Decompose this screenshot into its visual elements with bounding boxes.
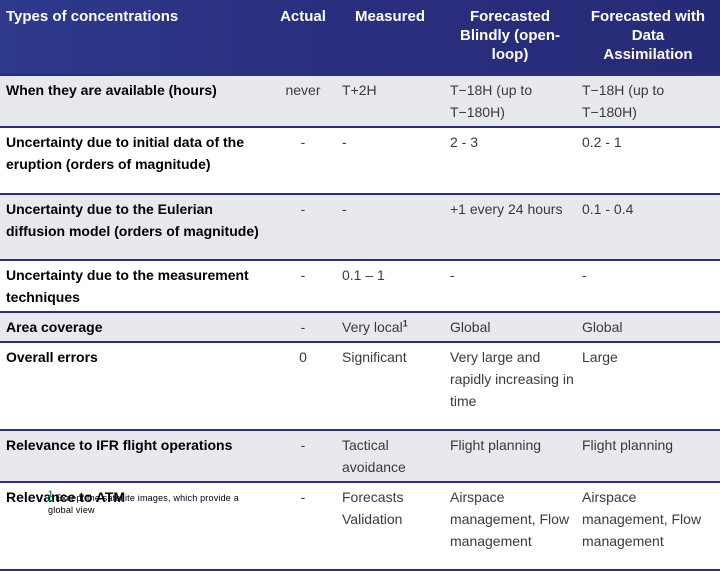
column-header-forecasted-blindly: Forecasted Blindly (open- loop) bbox=[444, 7, 576, 64]
table-row: Relevance to IFR flight operations - Tac… bbox=[0, 431, 720, 483]
cell-measured: - bbox=[342, 201, 347, 217]
cell-measured: Significant bbox=[342, 349, 407, 365]
cell-measured: T+2H bbox=[342, 82, 377, 98]
cell-measured: - bbox=[342, 134, 347, 150]
cell-actual: - bbox=[300, 437, 306, 453]
table-row: Uncertainty due to initial data of the e… bbox=[0, 128, 720, 195]
cell-measured: 0.1 – 1 bbox=[342, 267, 385, 283]
cell-forecasted-blindly: +1 every 24 hours bbox=[450, 201, 563, 217]
table-row: Area coverage - Very local1 Global Globa… bbox=[0, 313, 720, 343]
table-row: Uncertainty due to the measurement techn… bbox=[0, 261, 720, 313]
cell-actual: 0 bbox=[299, 349, 307, 365]
cell-forecasted-blindly: Very large and rapidly increasing in tim… bbox=[450, 349, 574, 409]
cell-forecasted-blindly: Airspace management, Flow management bbox=[450, 489, 570, 549]
cell-forecasted-blindly: T−18H (up to T−180H) bbox=[450, 82, 533, 120]
cell-forecasted-data-assimilation: 0.1 - 0.4 bbox=[582, 201, 634, 217]
cell-actual: - bbox=[300, 134, 306, 150]
row-label: Overall errors bbox=[6, 349, 98, 365]
cell-forecasted-data-assimilation: - bbox=[582, 267, 587, 283]
column-header-label: Measured bbox=[354, 8, 426, 25]
cell-actual: never bbox=[285, 82, 321, 98]
row-label: Uncertainty due to the Eulerian diffusio… bbox=[6, 201, 259, 239]
column-header-label: Types of concentrations bbox=[6, 8, 179, 25]
concentrations-comparison-table: Types of concentrations Actual Measured … bbox=[0, 0, 720, 571]
cell-actual: - bbox=[300, 201, 306, 217]
cell-actual: - bbox=[300, 267, 306, 283]
table-header-row: Types of concentrations Actual Measured … bbox=[0, 0, 720, 73]
row-label: Uncertainty due to initial data of the e… bbox=[6, 134, 245, 172]
column-header-label-line3: Assimilation bbox=[603, 46, 693, 63]
column-header-label-line2: Blindly (open- bbox=[460, 27, 560, 44]
cell-measured-text: Very local bbox=[342, 319, 403, 335]
column-header-label: Actual bbox=[280, 8, 326, 25]
cell-forecasted-data-assimilation: T−18H (up to T−180H) bbox=[582, 82, 665, 120]
cell-forecasted-data-assimilation: Global bbox=[582, 319, 623, 335]
table-row: When they are available (hours) never T+… bbox=[0, 76, 720, 128]
footnote-ref-superscript: 1 bbox=[402, 318, 408, 329]
cell-measured: Forecasts Validation bbox=[342, 489, 404, 527]
column-header-label-line1: Forecasted with bbox=[590, 8, 706, 25]
cell-measured: Tactical avoidance bbox=[342, 437, 406, 475]
cell-actual: - bbox=[300, 319, 306, 335]
column-header-actual: Actual bbox=[270, 7, 336, 26]
footnote: 1 Except the satellite images, which pro… bbox=[48, 489, 248, 516]
column-header-label-line2: Data bbox=[631, 27, 665, 44]
row-label: Area coverage bbox=[6, 319, 103, 335]
column-header-label-line3: loop) bbox=[491, 46, 529, 63]
row-label: Uncertainty due to the measurement techn… bbox=[6, 267, 249, 305]
column-header-forecasted-with-data-assimilation: Forecasted with Data Assimilation bbox=[576, 7, 720, 64]
cell-forecasted-blindly: Flight planning bbox=[450, 437, 542, 453]
cell-measured: Very local1 bbox=[336, 313, 444, 341]
column-header-types-of-concentrations: Types of concentrations bbox=[0, 7, 270, 26]
table-row: Overall errors 0 Significant Very large … bbox=[0, 343, 720, 431]
row-label: Relevance to IFR flight operations bbox=[6, 437, 233, 453]
footnote-text: Except the satellite images, which provi… bbox=[48, 493, 239, 515]
column-header-measured: Measured bbox=[336, 7, 444, 26]
footnote-marker: 1 bbox=[48, 489, 54, 501]
cell-forecasted-data-assimilation: 0.2 - 1 bbox=[582, 134, 622, 150]
cell-forecasted-data-assimilation: Large bbox=[582, 349, 618, 365]
cell-forecasted-blindly: - bbox=[450, 267, 455, 283]
column-header-label-line1: Forecasted bbox=[469, 8, 551, 25]
cell-forecasted-data-assimilation: Flight planning bbox=[582, 437, 674, 453]
table-header: Types of concentrations Actual Measured … bbox=[0, 0, 720, 76]
cell-actual: - bbox=[300, 489, 306, 505]
cell-forecasted-blindly: 2 - 3 bbox=[450, 134, 479, 150]
row-label: When they are available (hours) bbox=[6, 82, 217, 98]
cell-forecasted-blindly: Global bbox=[450, 319, 491, 335]
table-row: Uncertainty due to the Eulerian diffusio… bbox=[0, 195, 720, 261]
cell-forecasted-data-assimilation: Airspace management, Flow management bbox=[582, 489, 702, 549]
